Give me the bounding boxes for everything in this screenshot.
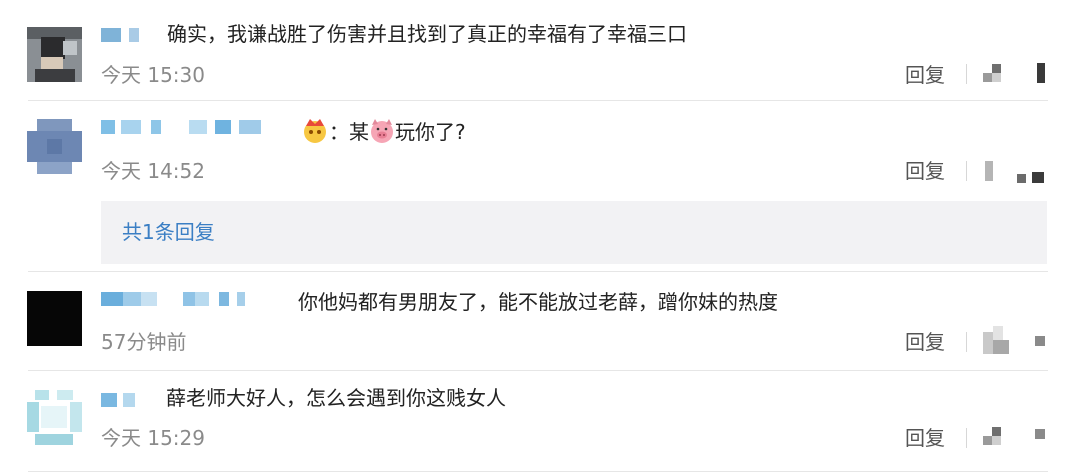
comment-text: 确实，我谦战胜了伤害并且找到了真正的幸福有了幸福三口	[167, 22, 687, 46]
share-icon[interactable]	[983, 326, 1011, 356]
blurred-avatar-icon	[27, 27, 82, 82]
comment-time: 今天 15:30	[101, 63, 205, 87]
blurred-avatar-icon	[27, 291, 82, 346]
avatar[interactable]	[27, 119, 82, 174]
comment-time: 今天 14:52	[101, 159, 205, 183]
comment-text: 薛老师大好人，怎么会遇到你这贱女人	[166, 386, 506, 410]
comment-item: 薛老师大好人，怎么会遇到你这贱女人 今天 15:29 回复	[0, 371, 1080, 475]
username-blurred[interactable]	[101, 390, 135, 410]
username-blurred[interactable]	[101, 289, 245, 309]
reply-button[interactable]: 回复	[905, 424, 945, 452]
avatar[interactable]	[27, 390, 82, 445]
like-icon[interactable]	[1032, 63, 1046, 83]
reply-button[interactable]: 回复	[905, 157, 945, 185]
share-icon[interactable]	[983, 161, 997, 183]
blurred-avatar-icon	[27, 119, 82, 174]
divider	[966, 428, 967, 448]
view-replies-button[interactable]: 共1条回复	[101, 201, 1047, 264]
avatar[interactable]	[27, 27, 82, 82]
comment-item: 你他妈都有男朋友了，能不能放过老薛，蹭你妹的热度 57分钟前 回复	[0, 272, 1080, 370]
like-icon[interactable]	[1032, 334, 1046, 354]
share-icon[interactable]	[983, 427, 1001, 445]
reply-button[interactable]: 回复	[905, 328, 945, 356]
like-icon[interactable]	[1017, 172, 1047, 184]
comment-text: ：某 玩你了?	[301, 117, 466, 150]
divider	[966, 161, 967, 181]
share-icon[interactable]	[983, 64, 1001, 82]
divider	[28, 471, 1048, 472]
divider	[966, 332, 967, 352]
replies-count-link[interactable]: 共1条回复	[122, 218, 215, 246]
username-blurred[interactable]	[101, 25, 139, 45]
comment-item: 确实，我谦战胜了伤害并且找到了真正的幸福有了幸福三口 今天 15:30 回复	[0, 0, 1080, 100]
like-icon[interactable]	[1032, 427, 1046, 447]
username-blurred[interactable]	[101, 117, 261, 137]
crown-emoji-icon	[301, 117, 329, 150]
comment-item: ：某 玩你了? 今天 14:52 回复 共1条回复	[0, 101, 1080, 271]
comment-text: 你他妈都有男朋友了，能不能放过老薛，蹭你妹的热度	[298, 290, 778, 314]
pig-emoji-icon	[369, 119, 395, 150]
comment-text-suffix: 玩你了?	[395, 120, 466, 144]
avatar[interactable]	[27, 291, 82, 346]
divider	[966, 64, 967, 84]
blurred-avatar-icon	[27, 390, 82, 445]
comment-time: 今天 15:29	[101, 426, 205, 450]
comment-text-prefix: ：某	[329, 120, 369, 144]
comment-time: 57分钟前	[101, 330, 187, 354]
reply-button[interactable]: 回复	[905, 61, 945, 89]
